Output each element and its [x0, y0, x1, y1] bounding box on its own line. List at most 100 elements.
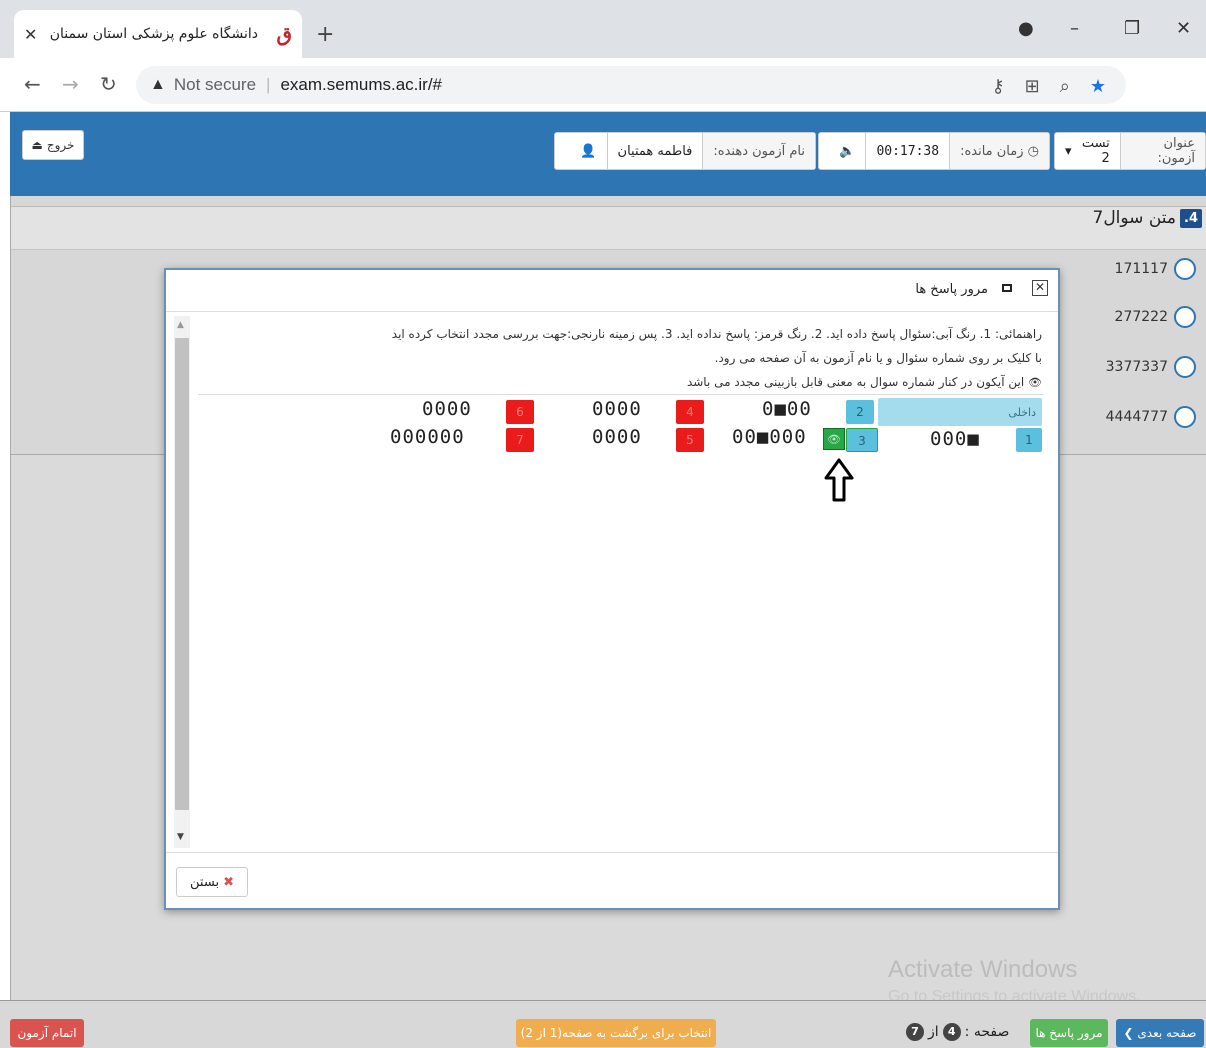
remaining-time-label-text: زمان مانده:	[960, 143, 1024, 159]
caret-down-icon: ▾	[1065, 143, 1076, 159]
extension-icon[interactable]: ●	[1018, 18, 1034, 39]
sound-icon[interactable]: 🔈	[829, 133, 865, 169]
question-number-badge[interactable]: 3	[846, 428, 878, 452]
activate-windows-watermark: Activate Windows	[888, 956, 1078, 983]
question-item-text[interactable]: 0000	[422, 398, 472, 420]
question-number-badge[interactable]: 1	[1016, 428, 1042, 452]
browser-tab-bar: ق دانشگاه علوم پزشکی استان سمنان ✕ + ● –…	[0, 0, 1206, 58]
address-divider: |	[266, 75, 271, 94]
timer-group: ◷ زمان مانده: 00:17:38 🔈	[818, 132, 1050, 170]
maximize-button[interactable]: ❐	[1124, 18, 1140, 39]
examinee-name: فاطمه همتیان	[606, 133, 703, 169]
question-item-text[interactable]: 0■00	[762, 398, 812, 420]
exam-select[interactable]: تست 2 ▾	[1055, 133, 1120, 169]
radio-button[interactable]	[1174, 356, 1196, 378]
forward-arrow-icon[interactable]: →	[62, 72, 79, 96]
new-tab-button[interactable]: +	[316, 22, 334, 47]
question-item-text[interactable]: 000■	[930, 428, 980, 450]
browser-tab[interactable]: ق دانشگاه علوم پزشکی استان سمنان ✕	[14, 10, 302, 58]
logout-icon: ⏏	[31, 138, 43, 152]
url-text[interactable]: exam.semums.ac.ir/#	[280, 75, 442, 95]
question-number-badge[interactable]: 2	[846, 400, 874, 424]
reload-icon[interactable]: ↻	[100, 72, 117, 96]
question-number-badge[interactable]: 4	[676, 400, 704, 424]
logout-button[interactable]: ⏏ خروج	[22, 130, 84, 160]
page-label: صفحه :	[964, 1024, 1010, 1040]
dialog-scrollbar[interactable]: ▲ ▼	[174, 316, 190, 848]
key-icon[interactable]: ⚷	[991, 76, 1004, 97]
exam-title-group: عنوان آزمون: تست 2 ▾	[1054, 132, 1206, 170]
question-number-badge[interactable]: 6	[506, 400, 534, 424]
scroll-down-icon[interactable]: ▼	[177, 832, 184, 842]
bookmark-star-icon[interactable]: ★	[1090, 76, 1106, 97]
warning-icon[interactable]: ▲	[150, 76, 166, 94]
radio-button[interactable]	[1174, 258, 1196, 280]
exam-title-label: عنوان آزمون:	[1119, 133, 1205, 169]
radio-button[interactable]	[1174, 306, 1196, 328]
chevron-left-icon: ❮	[1123, 1026, 1138, 1040]
option-text: 277222	[1114, 309, 1168, 325]
divider	[198, 394, 1044, 395]
next-page-button[interactable]: ❮ صفحه بعدی	[1116, 1019, 1204, 1047]
radio-button[interactable]	[1174, 406, 1196, 428]
total-pages-badge: 7	[906, 1023, 924, 1041]
close-x-icon: ✖	[223, 874, 234, 890]
translate-icon[interactable]: ⊞	[1025, 76, 1040, 97]
scroll-thumb[interactable]	[175, 338, 189, 810]
guide-line-text: این آیکون در کنار شماره سوال به معنی قاب…	[686, 375, 1025, 389]
address-bar-icons: ⚷ ⊞ ⌕ ★	[991, 76, 1106, 97]
answer-option[interactable]: 3377337	[1106, 356, 1196, 378]
scroll-up-icon[interactable]: ▲	[177, 320, 184, 330]
answer-option[interactable]: 4444777	[1106, 406, 1196, 428]
question-item-text[interactable]: 00■000	[732, 426, 807, 448]
question-number-badge[interactable]: 5	[676, 428, 704, 452]
question-title: 4. متن سوال7	[1092, 208, 1202, 228]
review-answers-button[interactable]: مرور پاسخ ها	[1030, 1019, 1108, 1047]
dialog-title: مرور پاسخ ها	[915, 282, 988, 297]
answer-option[interactable]: 171117	[1115, 258, 1196, 280]
guide-line: با کلیک بر روی شماره سئوال و یا نام آزمو…	[714, 351, 1042, 365]
page-indicator: صفحه : 4 از 7	[906, 1023, 1009, 1041]
answer-option[interactable]: 277222	[1115, 306, 1196, 328]
close-dialog-button[interactable]: ✖ بستن	[176, 867, 248, 897]
review-eye-icon[interactable]: 👁	[823, 428, 845, 450]
address-bar[interactable]: ▲ Not secure | exam.semums.ac.ir/# ⚷ ⊞ ⌕…	[136, 66, 1126, 104]
dialog-footer: ✖ بستن	[166, 852, 1058, 908]
eye-icon: 👁	[1028, 376, 1042, 389]
dialog-close-icon[interactable]: ✕	[1032, 280, 1048, 296]
category-header[interactable]: داخلی	[878, 398, 1042, 426]
zoom-icon[interactable]: ⌕	[1060, 76, 1070, 97]
question-text: متن سوال7	[1092, 208, 1176, 228]
finish-exam-button[interactable]: اتمام آزمون	[10, 1019, 84, 1047]
question-item-text[interactable]: 0000	[592, 398, 642, 420]
exam-select-value: تست 2	[1081, 136, 1110, 166]
tab-close-icon[interactable]: ✕	[24, 25, 37, 44]
exam-header: ⏏ خروج نام آزمون دهنده: فاطمه همتیان 👤 ◷…	[10, 112, 1206, 196]
exam-footer: اتمام آزمون انتخاب برای برگشت به صفحه(1 …	[0, 1000, 1206, 1048]
current-page-badge: 4	[942, 1023, 961, 1041]
page-of-label: از	[928, 1024, 939, 1040]
guide-line-eye: 👁 این آیکون در کنار شماره سوال به معنی ق…	[342, 370, 1042, 395]
question-item-text[interactable]: 0000	[592, 426, 642, 448]
not-secure-label[interactable]: Not secure	[174, 75, 256, 95]
dialog-body: ▲ ▼ راهنمائی: 1. رنگ آبی:سئوال پاسخ داده…	[174, 316, 1056, 852]
mark-return-button[interactable]: انتخاب برای برگشت به صفحه(1 از 2)	[516, 1019, 716, 1047]
dialog-guide: راهنمائی: 1. رنگ آبی:سئوال پاسخ داده اید…	[342, 322, 1042, 395]
up-arrow-annotation-icon	[824, 458, 854, 502]
close-dialog-label: بستن	[190, 874, 220, 890]
option-text: 171117	[1114, 261, 1168, 277]
option-text: 4444777	[1105, 409, 1168, 425]
option-text: 3377337	[1105, 359, 1168, 375]
dialog-maximize-icon[interactable]	[1002, 284, 1012, 292]
remaining-time-label: ◷ زمان مانده:	[949, 133, 1049, 169]
question-item-text[interactable]: 000000	[390, 426, 465, 448]
remaining-time: 00:17:38	[865, 133, 949, 169]
question-strip	[11, 206, 1206, 250]
logout-label: خروج	[46, 138, 75, 152]
minimize-button[interactable]: –	[1070, 18, 1079, 39]
review-answers-dialog: ✕ مرور پاسخ ها ▲ ▼ راهنمائی: 1. رنگ آبی:…	[164, 268, 1060, 910]
browser-toolbar: ← → ↻ ▲ Not secure | exam.semums.ac.ir/#…	[0, 58, 1206, 157]
back-arrow-icon[interactable]: ←	[24, 72, 41, 96]
close-window-button[interactable]: ✕	[1176, 18, 1191, 39]
question-number-badge[interactable]: 7	[506, 428, 534, 452]
